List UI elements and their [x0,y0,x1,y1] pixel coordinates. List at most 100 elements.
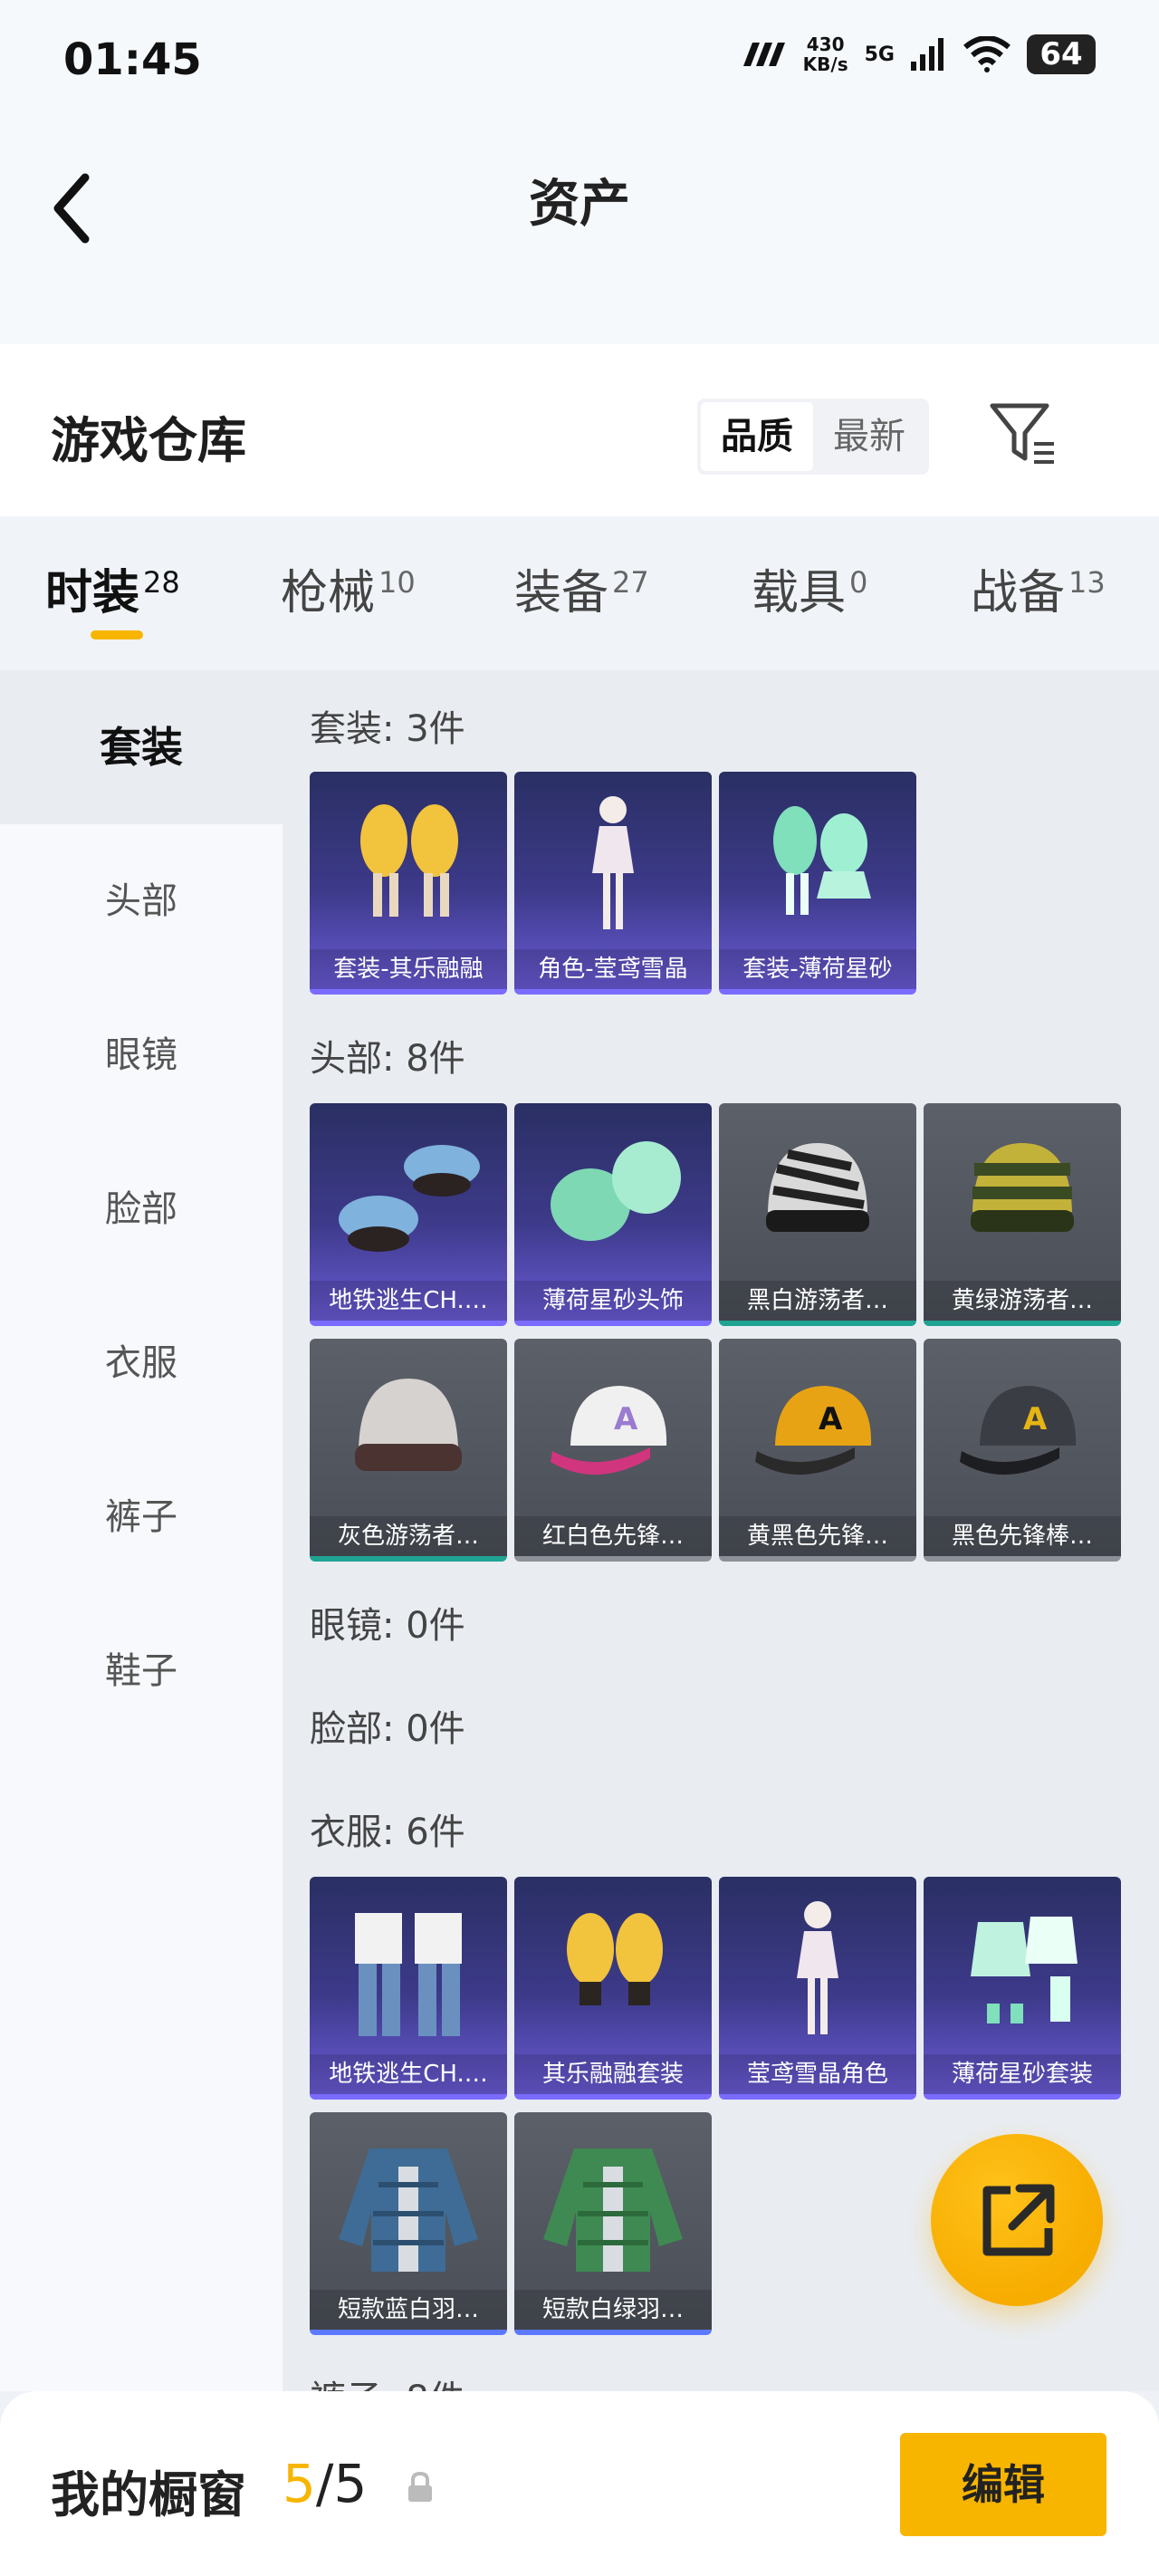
outfit-icon [773,806,871,915]
cap-icon: A [755,1386,872,1475]
character-icon [797,1901,838,2034]
signal-icon [911,38,943,71]
section-title-head: 头部: 8件 [310,1038,465,1080]
sidebar-item-face[interactable]: 脸部 [0,1132,283,1286]
showcase-label: 我的橱窗 [51,2466,246,2523]
item-card[interactable]: 短款白绿羽… [514,2112,712,2335]
item-label: 黑色先锋棒… [924,1516,1121,1556]
section-title-suits: 套装: 3件 [310,708,465,750]
tab-count: 0 [849,564,868,600]
section-title-pants: 裤子: 8件 [310,2369,465,2391]
tab-equipment[interactable]: 装备 27 [514,554,649,622]
showcase-current: 5 [283,2453,316,2514]
beret-icon [339,1145,480,1252]
item-card[interactable]: 黑白游荡者… [719,1103,916,1326]
tab-count: 27 [612,564,649,600]
edit-button[interactable]: 编辑 [900,2433,1106,2536]
character-icon [592,796,634,929]
item-card[interactable]: 地铁逃生CH.… [310,1877,507,2100]
page-title: 资产 [529,175,630,234]
showcase-count: 5/5 [283,2453,367,2514]
item-label: 莹鸢雪晶角色 [719,2054,916,2094]
cap-logo: A [614,1401,638,1437]
item-card[interactable]: 黄绿游荡者… [924,1103,1121,1326]
cap-icon: A [960,1386,1077,1475]
section-title-clothes: 衣服: 6件 [310,1812,465,1853]
item-card[interactable]: A 黑色先锋棒… [924,1339,1121,1562]
sidebar-item-pants[interactable]: 裤子 [0,1440,283,1594]
item-label: 套装-其乐融融 [310,949,507,989]
item-card[interactable]: 灰色游荡者… [310,1339,507,1562]
item-card[interactable]: 角色-莹鸢雪晶 [514,772,712,995]
item-card[interactable]: 其乐融融套装 [514,1877,712,2100]
status-icons: 430 KB/s 5G 64 [740,34,1096,74]
item-card[interactable]: 短款蓝白羽… [310,2112,507,2335]
item-label: 套装-薄荷星砂 [719,949,916,989]
tab-fashion[interactable]: 时装 28 [45,554,180,622]
page: 01:45 430 KB/s 5G 64 资产 游戏仓库 品质 最新 时装 28… [0,0,1159,2576]
sort-quality-button[interactable]: 品质 [701,402,813,471]
cap-logo: A [819,1401,843,1437]
item-label: 薄荷星砂套装 [924,2054,1121,2094]
item-card[interactable]: A 红白色先锋… [514,1339,712,1562]
tab-label: 装备 [514,566,609,620]
notification-icon [742,43,785,66]
item-label: 短款白绿羽… [514,2290,712,2330]
sidebar-item-clothes[interactable]: 衣服 [0,1286,283,1440]
headwear-icon [551,1141,681,1241]
speed-value: 430 [806,34,845,55]
tab-label: 战备 [971,566,1066,620]
item-label: 红白色先锋… [514,1516,712,1556]
wifi-icon [963,36,1011,72]
item-label: 地铁逃生CH.… [310,1281,507,1321]
jacket-icon [543,2148,683,2272]
bottom-bar: 我的橱窗 5/5 编辑 [0,2391,1159,2576]
item-card[interactable]: 薄荷星砂头饰 [514,1103,712,1326]
item-label: 角色-莹鸢雪晶 [514,949,712,989]
sidebar-item-glasses[interactable]: 眼镜 [0,978,283,1132]
tab-guns[interactable]: 枪械 10 [281,554,416,622]
item-card[interactable]: 薄荷星砂套装 [924,1877,1121,2100]
showcase-total: 5 [333,2453,368,2514]
tab-underline [91,630,143,639]
cap-icon: A [551,1386,667,1475]
item-label: 黑白游荡者… [719,1281,916,1321]
network-speed: 430 KB/s [803,34,848,74]
item-card[interactable]: 地铁逃生CH.… [310,1103,507,1326]
share-fab-button[interactable] [931,2134,1103,2306]
speed-unit: KB/s [802,53,848,75]
sort-latest-button[interactable]: 最新 [813,402,925,471]
tab-gear[interactable]: 战备 13 [971,554,1106,622]
outfit-icon [567,1913,663,2005]
status-time: 01:45 [63,34,202,85]
warehouse-title: 游戏仓库 [51,412,246,469]
tab-count: 28 [143,564,180,600]
status-bar: 01:45 430 KB/s 5G 64 [0,0,1159,127]
item-card[interactable]: 套装-其乐融融 [310,772,507,995]
sort-toggle: 品质 最新 [697,399,929,475]
item-card[interactable]: A 黄黑色先锋… [719,1339,916,1562]
sidebar-item-shoes[interactable]: 鞋子 [0,1594,283,1748]
warehouse-header: 游戏仓库 品质 最新 [0,344,1159,516]
battery-icon: 64 [1027,34,1096,74]
item-label: 地铁逃生CH.… [310,2054,507,2094]
beanie-icon [971,1143,1074,1232]
item-card[interactable]: 套装-薄荷星砂 [719,772,916,995]
filter-icon[interactable] [987,399,1059,471]
showcase-separator: / [315,2453,334,2514]
outfit-icon [355,1913,462,2036]
cap-logo: A [1023,1401,1048,1437]
item-label: 灰色游荡者… [310,1516,507,1556]
network-type: 5G [864,43,895,66]
sidebar-item-suits[interactable]: 套装 [0,670,283,824]
item-card[interactable]: 莹鸢雪晶角色 [719,1877,916,2100]
section-title-glasses: 眼镜: 0件 [310,1605,465,1647]
tab-label: 时装 [45,566,140,620]
tab-vehicles[interactable]: 载具 0 [752,554,867,622]
category-tabs: 时装 28 枪械 10 装备 27 载具 0 战备 13 [0,516,1159,670]
share-icon [982,2184,1055,2256]
tab-count: 13 [1068,564,1106,600]
sidebar-item-head[interactable]: 头部 [0,824,283,978]
item-label: 黄黑色先锋… [719,1516,916,1556]
item-label: 薄荷星砂头饰 [514,1281,712,1321]
